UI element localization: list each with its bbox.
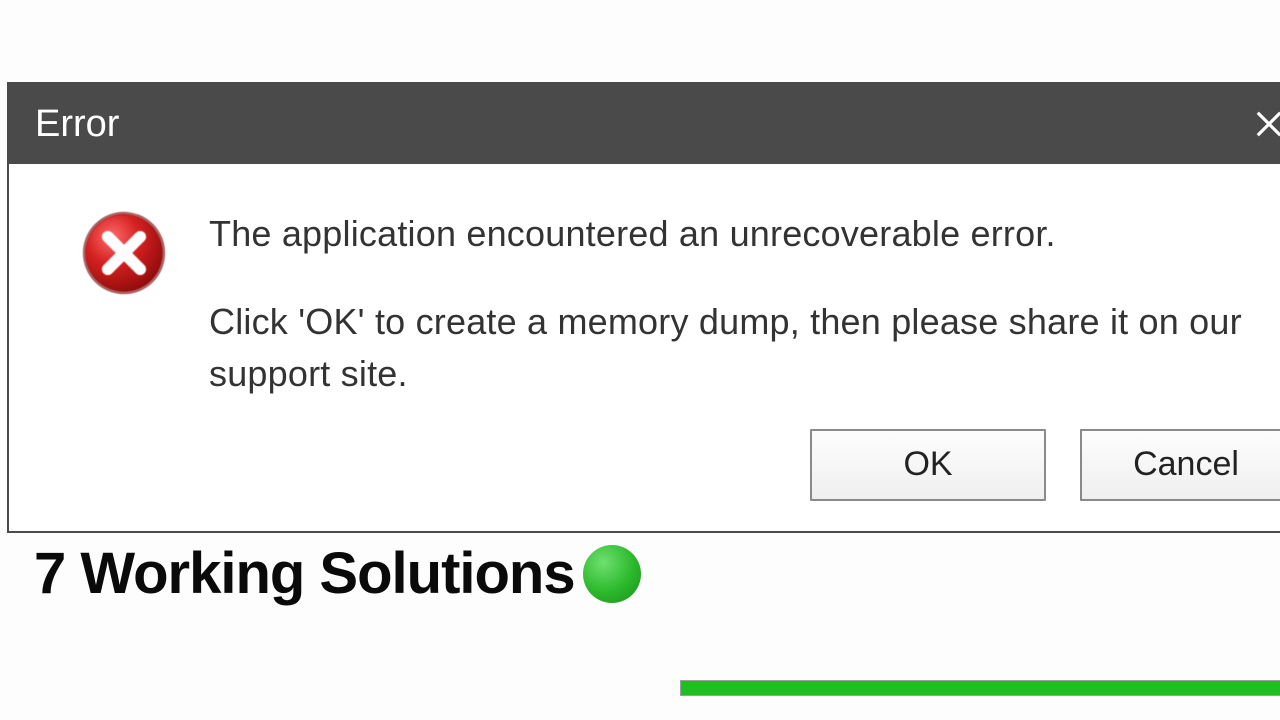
cancel-button[interactable]: Cancel — [1080, 429, 1280, 501]
error-dialog: Error — [7, 82, 1280, 533]
error-icon — [79, 208, 169, 298]
dialog-titlebar[interactable]: Error — [9, 84, 1280, 164]
dialog-message: The application encountered an unrecover… — [209, 208, 1244, 401]
dialog-title: Error — [35, 103, 1258, 146]
ok-button[interactable]: OK — [810, 429, 1046, 501]
dialog-message-line2: Click 'OK' to create a memory dump, then… — [209, 296, 1244, 400]
progress-bar-fragment — [680, 680, 1280, 696]
dialog-button-row: OK Cancel — [9, 411, 1280, 531]
screenshot-frame: Error — [0, 0, 1280, 720]
close-icon[interactable] — [1254, 84, 1280, 164]
dialog-body: The application encountered an unrecover… — [9, 164, 1280, 411]
dialog-message-line1: The application encountered an unrecover… — [209, 208, 1244, 260]
video-caption-overlay: 7 Working Solutions — [34, 540, 641, 607]
green-dot-icon — [583, 545, 641, 603]
caption-text: 7 Working Solutions — [34, 540, 575, 607]
